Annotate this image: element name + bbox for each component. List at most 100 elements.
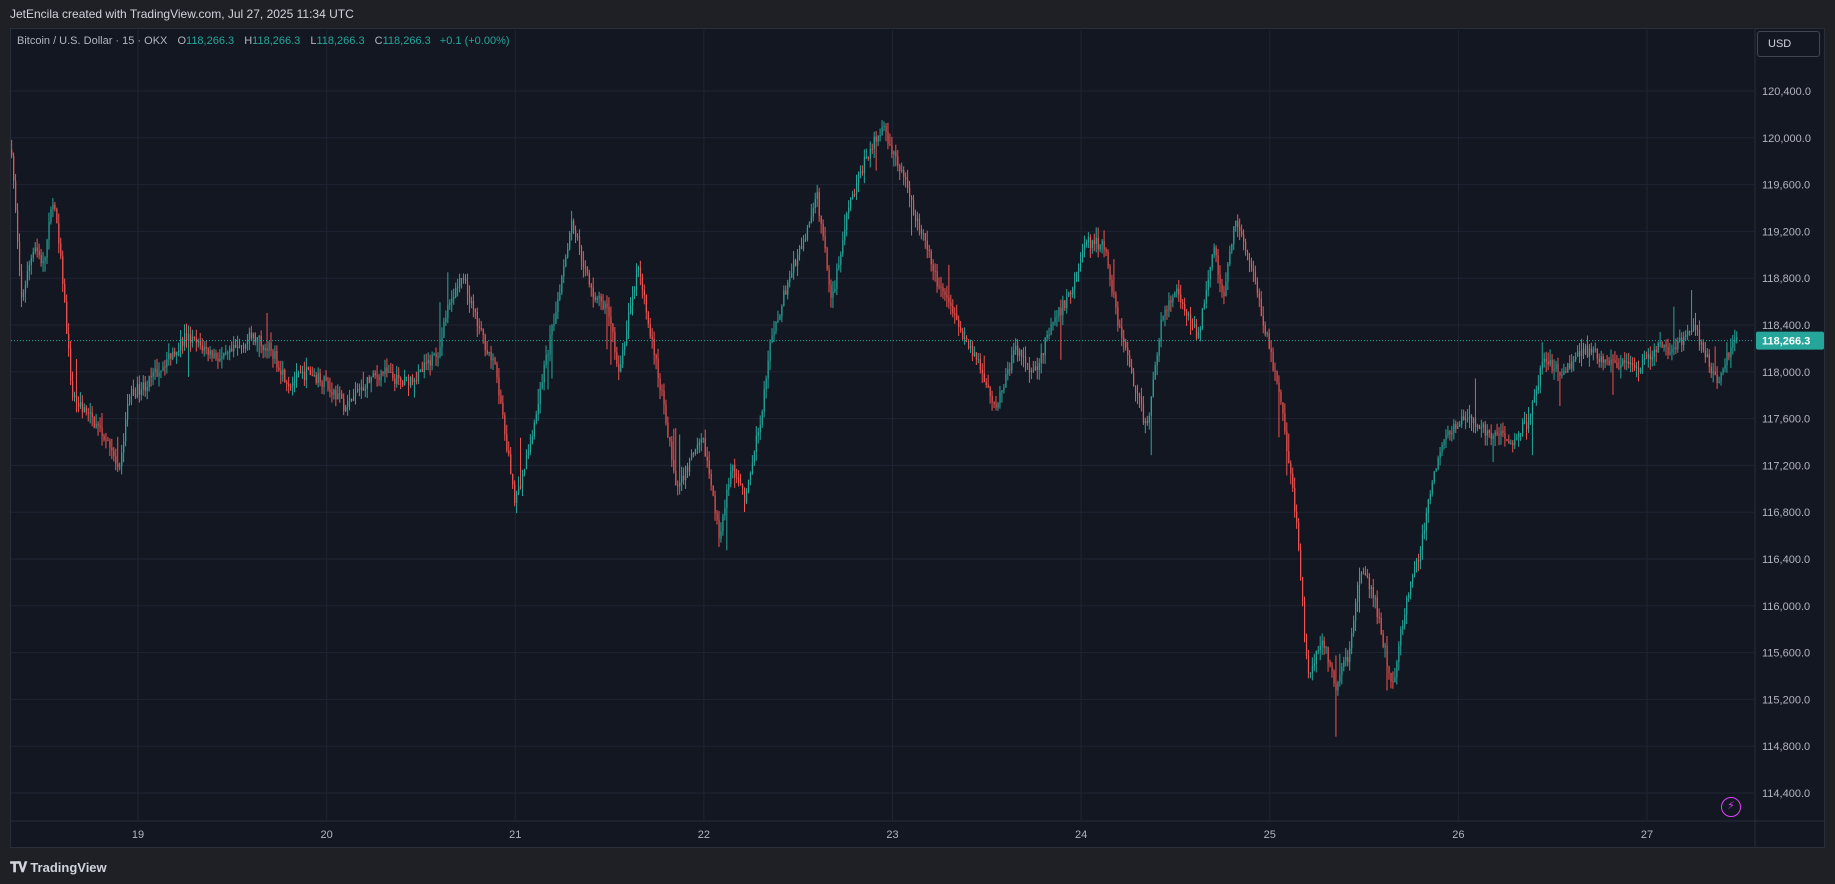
candle-body — [72, 380, 74, 398]
candle — [1502, 422, 1504, 438]
candle-body — [136, 383, 139, 398]
candle-body — [294, 381, 296, 383]
candle — [1531, 399, 1534, 456]
candle — [152, 367, 154, 386]
candles — [11, 120, 1738, 737]
x-tick-label: 27 — [1641, 829, 1653, 841]
candle — [899, 163, 901, 180]
candle — [1254, 265, 1257, 285]
candle — [465, 274, 467, 284]
candle — [645, 294, 647, 320]
candle-body — [474, 308, 477, 313]
candle — [205, 340, 207, 355]
tradingview-logo[interactable]: 𝐓𝐕 TradingView — [10, 859, 107, 876]
price-chart[interactable]: 120,400.0120,000.0119,600.0119,200.0118,… — [0, 0, 1835, 884]
candle-body — [702, 438, 704, 440]
candle — [1288, 433, 1290, 464]
candle — [1152, 371, 1154, 398]
candle — [1142, 395, 1145, 426]
candle-body — [272, 350, 274, 359]
candle-body — [863, 157, 866, 173]
candle-body — [1219, 274, 1221, 284]
candle-body — [604, 303, 606, 309]
candle — [1064, 299, 1066, 311]
candle — [97, 421, 99, 436]
candle-body — [396, 374, 398, 385]
candle-body — [1522, 421, 1524, 434]
candle — [529, 434, 532, 456]
candle — [1345, 647, 1347, 667]
grid-lines — [11, 30, 1754, 820]
candle-body — [671, 441, 673, 460]
candle — [1136, 384, 1139, 405]
candle — [144, 376, 146, 397]
candle-body — [1480, 427, 1483, 429]
candle — [838, 256, 840, 271]
candle — [1007, 361, 1009, 381]
candle-body — [176, 352, 178, 356]
legend-change: +0.1 (+0.00%) — [439, 35, 510, 47]
candle — [940, 276, 942, 297]
candle — [1044, 337, 1046, 364]
candle — [905, 172, 907, 188]
candle-body — [1026, 363, 1029, 365]
candle — [688, 457, 691, 477]
candle-body — [1107, 251, 1109, 267]
candle — [885, 123, 887, 142]
candle-body — [964, 337, 966, 340]
candle-body — [1160, 319, 1162, 340]
candle-body — [70, 348, 72, 381]
candle — [1689, 330, 1691, 336]
candle-body — [598, 296, 600, 299]
candle-body — [665, 404, 667, 423]
candle — [79, 392, 82, 410]
candle-body — [848, 207, 850, 214]
candle — [791, 263, 793, 279]
candle — [1569, 355, 1571, 370]
candle — [985, 378, 987, 388]
candle — [1276, 370, 1278, 385]
candle — [1714, 346, 1716, 376]
candle — [1298, 518, 1300, 552]
candle-body — [115, 456, 117, 464]
candle-body — [280, 370, 282, 375]
candle — [1571, 354, 1573, 373]
candle-body — [1433, 471, 1435, 483]
candle-body — [64, 283, 66, 302]
candle — [156, 358, 158, 378]
currency-button[interactable]: USD — [1757, 31, 1820, 57]
candle-body — [123, 441, 125, 453]
candle — [1362, 567, 1365, 575]
candle-body — [219, 358, 221, 361]
candle — [1620, 354, 1622, 379]
candle-body — [266, 348, 268, 351]
legend-symbol[interactable]: Bitcoin / U.S. Dollar · 15 · OKX — [17, 35, 167, 47]
candle — [1736, 331, 1738, 344]
candle — [81, 395, 84, 419]
candle-body — [826, 248, 828, 270]
candle-body — [156, 368, 158, 377]
candle-body — [1339, 675, 1341, 682]
candle-body — [783, 290, 785, 306]
candle-body — [301, 371, 304, 374]
candle — [1455, 420, 1457, 434]
candle-body — [1579, 351, 1581, 356]
candle — [1042, 352, 1044, 364]
candle-body — [653, 339, 655, 356]
candle-body — [1700, 342, 1703, 345]
candle — [576, 233, 579, 241]
candle-body — [1722, 368, 1724, 374]
candle — [724, 499, 726, 521]
candle — [559, 284, 561, 302]
candle — [1661, 341, 1663, 349]
candle-body — [85, 407, 87, 413]
candle — [673, 428, 675, 474]
candle-body — [1274, 370, 1276, 372]
candle — [1119, 319, 1121, 329]
legend-high-value: 118,266.3 — [252, 35, 301, 47]
candle — [146, 380, 148, 400]
candle-body — [1376, 597, 1378, 618]
candle — [203, 341, 205, 357]
candle-body — [213, 352, 215, 358]
lightning-icon[interactable]: ⚡ — [1721, 797, 1741, 817]
